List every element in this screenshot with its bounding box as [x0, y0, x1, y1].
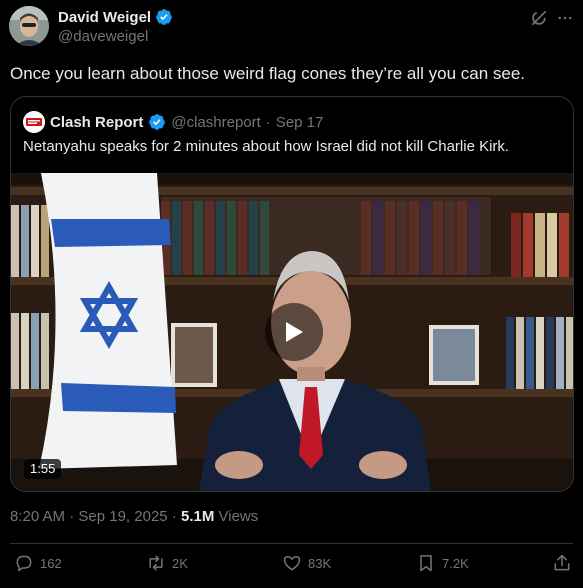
- quoted-tweet-header: Clash Report @clashreport · Sep 17: [23, 111, 323, 133]
- bookmark-icon: [420, 555, 432, 572]
- tweet-time[interactable]: 8:20 AM: [10, 508, 65, 525]
- action-bar: 162 2K 83K 7.2K: [0, 553, 583, 583]
- video-player[interactable]: 1:55: [11, 173, 573, 491]
- share-icon: [554, 554, 570, 571]
- quoted-author-handle[interactable]: @clashreport: [171, 114, 260, 131]
- author-avatar[interactable]: [9, 6, 49, 46]
- quoted-date[interactable]: Sep 17: [276, 114, 324, 131]
- reply-button[interactable]: 162: [14, 553, 62, 573]
- tweet-meta: 8:20 AM · Sep 19, 2025 · 5.1M Views: [10, 508, 258, 525]
- quoted-tweet-card[interactable]: Clash Report @clashreport · Sep 17 Netan…: [10, 96, 574, 492]
- reply-icon: [16, 555, 32, 572]
- verified-badge-icon: [156, 9, 172, 25]
- reply-count: 162: [40, 555, 62, 571]
- meta-separator-2: ·: [171, 508, 177, 525]
- tweet-text: Once you learn about those weird flag co…: [10, 64, 526, 83]
- quoted-author-avatar[interactable]: [23, 111, 45, 133]
- heart-icon: [283, 556, 301, 571]
- repost-icon: [149, 555, 163, 571]
- more-options-icon[interactable]: [555, 8, 575, 28]
- share-button[interactable]: [552, 553, 572, 573]
- author-handle[interactable]: @daveweigel: [58, 28, 148, 45]
- views-count: 5.1M: [180, 508, 215, 525]
- like-count: 83K: [308, 555, 332, 571]
- like-button[interactable]: 83K: [282, 553, 331, 573]
- author-display-name[interactable]: David Weigel: [58, 9, 151, 26]
- divider: [10, 543, 573, 544]
- repost-count: 2K: [172, 555, 188, 571]
- repost-button[interactable]: 2K: [146, 553, 188, 573]
- quoted-separator: ·: [265, 113, 271, 131]
- play-icon: [286, 322, 303, 342]
- views-label: Views: [218, 508, 259, 525]
- quoted-verified-badge-icon: [149, 114, 166, 130]
- author-name-row: David Weigel: [58, 8, 173, 26]
- bookmark-button[interactable]: 7.2K: [416, 553, 469, 573]
- bookmark-count: 7.2K: [442, 555, 469, 571]
- quoted-author-name[interactable]: Clash Report: [50, 114, 143, 131]
- grok-icon[interactable]: [529, 8, 549, 28]
- video-duration: 1:55: [24, 459, 62, 479]
- quoted-tweet-text: Netanyahu speaks for 2 minutes about how…: [23, 138, 510, 155]
- meta-separator: ·: [69, 508, 75, 525]
- play-button[interactable]: [265, 303, 323, 361]
- tweet-date[interactable]: Sep 19, 2025: [78, 508, 167, 525]
